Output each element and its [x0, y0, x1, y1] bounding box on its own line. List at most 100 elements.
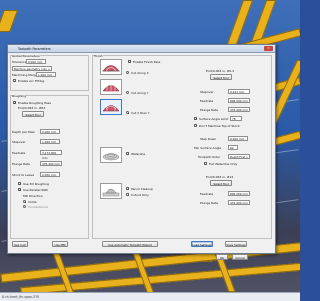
close-button[interactable]: ✕	[264, 46, 273, 51]
finish-feedrate-input[interactable]: 806.000 mm	[228, 98, 250, 103]
finish-stepover-label: Stepover	[200, 90, 214, 94]
full-waterline-label: Full Waterline Only	[209, 162, 238, 166]
window-title: Toolpath Parameters	[18, 46, 51, 51]
min-surface-angle-input[interactable]: 60	[228, 145, 238, 150]
cut-along-y-label: Cut Along Y	[131, 91, 149, 95]
roughing-feedrate-label: Feedrate	[12, 151, 26, 155]
stock-to-leave-input[interactable]: 0.000 mm	[40, 172, 60, 177]
pencil-plunge-input[interactable]: 476.400 mm	[228, 200, 250, 205]
cut-along-x-label: Cut Along X	[131, 71, 149, 75]
pencil-feedrate-label: Feedrate	[200, 192, 214, 196]
pencil-cleanup-thumbnail[interactable]	[100, 183, 122, 199]
roughing-stepover-input[interactable]: 1.626 mm	[40, 139, 60, 144]
chevron-down-icon: ▾	[48, 68, 50, 71]
pencil-plunge-label: Plunge Rate	[200, 201, 219, 205]
pencil-cleanup-checkbox[interactable]	[126, 187, 130, 191]
cut-along-y-radio[interactable]	[126, 91, 129, 94]
relief-preview-icon	[102, 82, 120, 92]
cut-along-x-thumbnail[interactable]	[100, 59, 122, 75]
cut-along-x-radio[interactable]	[126, 71, 129, 74]
step-down-input[interactable]: 0.000 mm	[228, 136, 248, 141]
chevron-down-icon: ▾	[246, 156, 248, 159]
model-beam	[131, 250, 156, 292]
save-settings-button[interactable]: Save Settings	[225, 241, 247, 247]
ok-button[interactable]: OK	[216, 254, 228, 260]
toolpath-order-label: Toolpath Order	[198, 155, 221, 159]
waterline-preview-icon	[102, 153, 120, 161]
geometry-select-value: Machine geometry only	[14, 67, 47, 71]
conventional-radio[interactable]	[23, 205, 26, 208]
pencil-feedrate-input[interactable]: 806.000 mm	[228, 191, 250, 196]
roughing-feedrate-input[interactable]: 3,172.000 mm	[40, 150, 62, 160]
machining-margin-input[interactable]: 1.000 mm	[36, 72, 56, 77]
pencil-select-tool-button[interactable]: Select Tool	[210, 180, 232, 186]
tolerance-label: Tolerance	[12, 60, 27, 64]
cancel-button[interactable]: Cancel	[232, 254, 248, 260]
use-3d-roughing-checkbox[interactable]	[18, 182, 22, 186]
finish-plunge-input[interactable]: 476.400 mm	[228, 107, 250, 112]
pencil-tool-name: End/0.063 in. #12	[206, 175, 234, 179]
global-parameters-header: Global Parameters	[12, 54, 40, 58]
use-parallel-path-label: Use Parallel Path	[23, 188, 49, 192]
cutout-only-checkbox[interactable]	[126, 193, 129, 196]
finish-header: Finish	[94, 54, 103, 58]
roughing-stepover-label: Stepover	[12, 140, 26, 144]
surface-angle-input[interactable]: 78	[230, 116, 242, 121]
roughing-select-tool-button[interactable]: Select Tool	[22, 111, 44, 117]
toolpath-order-value: Depth First	[230, 155, 246, 159]
dont-machine-top-label: Don't Machine Top of Stock	[199, 124, 240, 128]
model-beam	[0, 10, 19, 32]
waterline-checkbox[interactable]	[126, 152, 130, 156]
roughing-plunge-input[interactable]: 476.400 mm	[40, 161, 62, 166]
waterline-label: Waterline	[131, 152, 146, 156]
waterline-thumbnail[interactable]	[100, 147, 122, 163]
surface-angle-limit-label: Surface Angle Limit	[199, 117, 229, 121]
toolpath-parameters-dialog: Toolpath Parameters ✕ Global Parameters …	[7, 44, 276, 254]
pencil-preview-icon	[102, 188, 120, 197]
finish-stepover-input[interactable]: 0.241 mm	[228, 89, 250, 94]
load-settings-button[interactable]: Load Settings	[191, 241, 213, 247]
finish-plunge-label: Plunge Rate	[200, 108, 219, 112]
finish-select-tool-button[interactable]: Select Tool	[210, 74, 232, 80]
toolpath-order-select[interactable]: Depth First ▾	[228, 154, 250, 159]
enable-finish-checkbox[interactable]	[128, 60, 132, 64]
geometry-select[interactable]: Machine geometry only ▾	[12, 66, 52, 71]
relief-preview-icon	[102, 104, 120, 112]
use-parallel-path-checkbox[interactable]	[18, 188, 22, 192]
roughing-header: Roughing	[12, 94, 27, 98]
taskbar-text: 8 ch-tvert_fin.span-370	[2, 295, 40, 299]
dont-machine-top-checkbox[interactable]	[194, 124, 197, 127]
cutout-only-label: Cutout Only	[131, 193, 149, 197]
automatic-wizard-button[interactable]: Use Automatic Toolpath Wizard	[102, 241, 158, 247]
depth-per-pass-input[interactable]: 0.000 mm	[40, 129, 60, 134]
finish-tool-name: End/0.063 in. #0.2	[206, 69, 235, 73]
min-surface-angle-label: Min Surface Angle	[194, 146, 222, 150]
cut-x-then-y-radio[interactable]	[126, 111, 129, 114]
mill-direction-label: Mill Direction	[23, 194, 43, 198]
step-down-label: Step Down	[200, 137, 217, 141]
roughing-tool-name: End/0.063 in. #63	[18, 106, 46, 110]
title-bar[interactable]: Toolpath Parameters ✕	[8, 45, 275, 53]
climb-radio[interactable]	[23, 200, 26, 203]
surface-angle-limit-checkbox[interactable]	[194, 117, 198, 121]
cut-along-y-thumbnail[interactable]	[100, 79, 122, 95]
roughing-plunge-label: Plunge Rate	[12, 162, 31, 166]
use-inch-button[interactable]: Use Inch	[12, 241, 28, 247]
stock-to-leave-label: Stock to Leave	[12, 173, 35, 177]
finish-feedrate-label: Feedrate	[200, 99, 214, 103]
climb-label: Climb	[28, 200, 37, 204]
tolerance-input[interactable]: 0.002 mm	[26, 59, 46, 64]
relief-preview-icon	[102, 65, 120, 72]
full-waterline-checkbox[interactable]	[204, 162, 207, 165]
use-mm-button[interactable]: Use MM	[52, 241, 68, 247]
pencil-cleanup-label: Pencil Cleanup	[131, 187, 154, 191]
machining-margin-label: Machining Margin	[12, 73, 39, 77]
enable-arc-fitting-checkbox[interactable]	[13, 79, 16, 82]
enable-arc-fitting-label: Enable Arc Fitting	[18, 79, 45, 83]
enable-roughing-label: Enable Roughing Pass	[18, 101, 51, 105]
enable-roughing-checkbox[interactable]	[13, 101, 17, 105]
cut-x-then-y-thumbnail[interactable]	[100, 99, 122, 115]
cut-x-then-y-label: Cut X then Y	[131, 111, 150, 115]
use-3d-roughing-label: Use 3D Roughing	[23, 182, 49, 186]
depth-per-pass-label: Depth per Pass	[12, 130, 35, 134]
